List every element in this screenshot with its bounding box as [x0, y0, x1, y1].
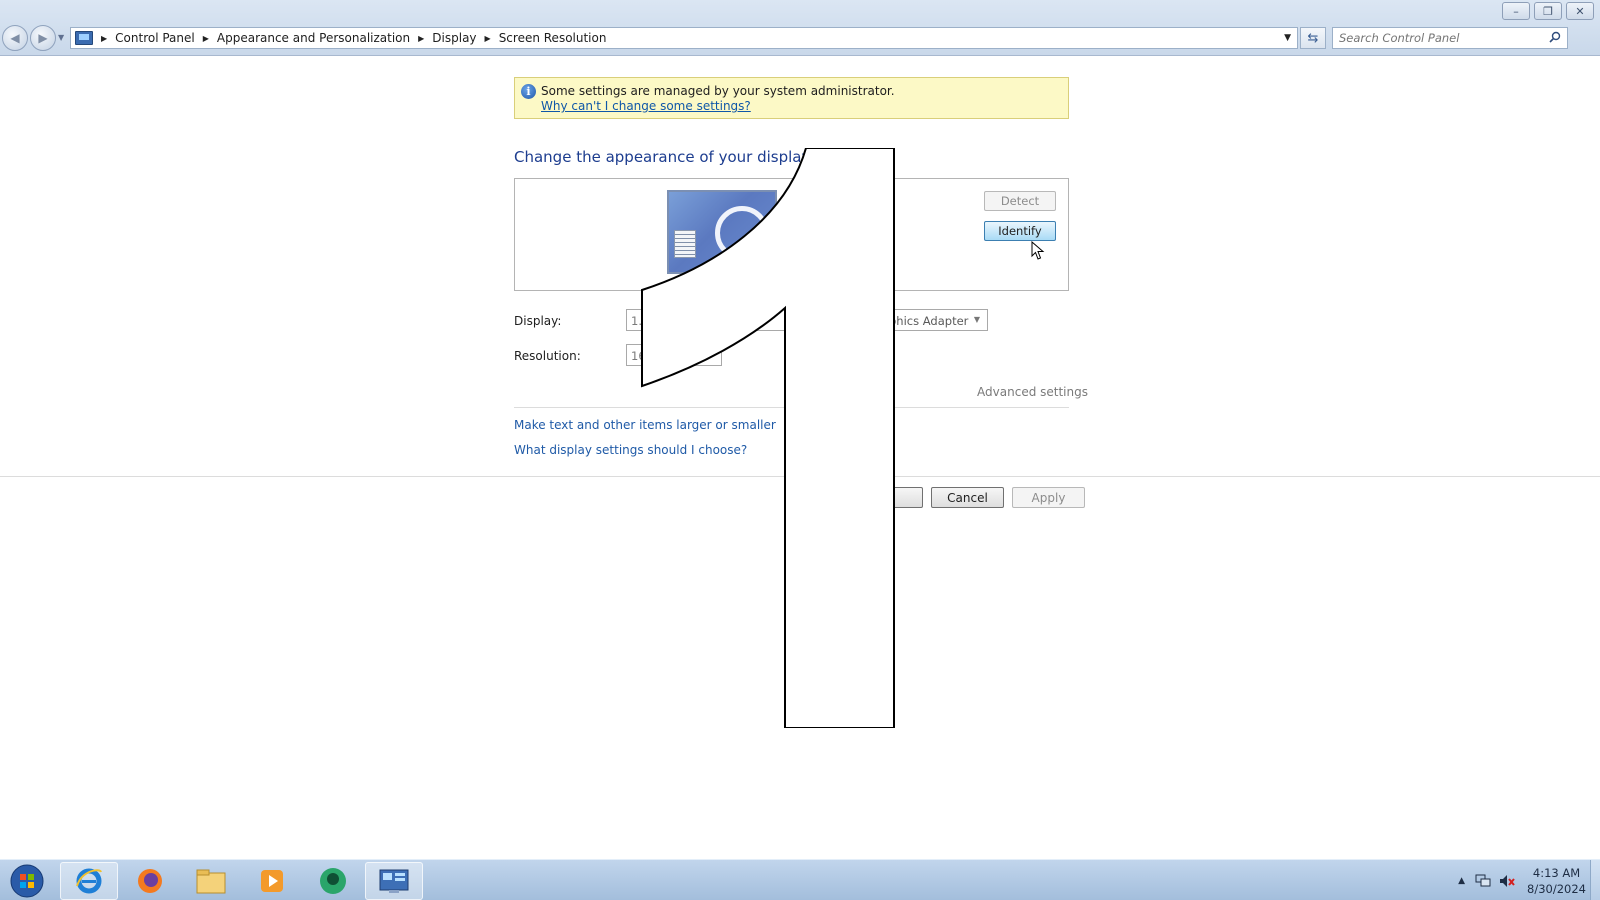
control-panel-icon	[75, 31, 93, 45]
system-clock[interactable]: 4:13 AM 8/30/2024	[1527, 865, 1586, 897]
admin-info-bar: i Some settings are managed by your syst…	[514, 77, 1069, 119]
info-bar-text: Some settings are managed by your system…	[541, 84, 895, 98]
firefox-icon	[138, 869, 162, 893]
show-desktop-button[interactable]	[1590, 860, 1600, 900]
apply-button[interactable]: Apply	[1012, 487, 1085, 508]
navigation-buttons: ◀ ▶	[2, 25, 56, 51]
clock-time: 4:13 AM	[1532, 865, 1581, 880]
info-icon: i	[521, 84, 536, 99]
forward-button[interactable]: ▶	[30, 25, 56, 51]
divider	[514, 407, 1069, 408]
monitor-wallpaper-swirl	[715, 206, 769, 260]
browser-app-icon	[320, 868, 346, 894]
display-select-value-start: 1.	[631, 314, 642, 328]
chevron-down-icon[interactable]: ▼	[969, 312, 985, 328]
window-chrome: – ❐ ✕ ◀ ▶ ▼ ▶ Control Panel ▶ Appearance…	[0, 0, 1600, 56]
mouse-cursor-icon	[1031, 241, 1045, 260]
network-icon[interactable]	[1475, 874, 1491, 888]
folder-icon	[196, 869, 226, 894]
refresh-button[interactable]: ⇆	[1300, 27, 1326, 49]
display-settings-help-link[interactable]: What display settings should I choose?	[514, 443, 747, 457]
breadcrumb-separator-icon[interactable]: ▶	[418, 34, 424, 43]
taskbar: ▲ 4:13 AM 8/30/2024	[0, 859, 1600, 900]
taskbar-media-player[interactable]	[243, 862, 301, 900]
text-size-link[interactable]: Make text and other items larger or smal…	[514, 418, 776, 432]
resolution-select-value-start: 16	[631, 349, 646, 363]
monitor-icon[interactable]	[667, 190, 777, 274]
search-box[interactable]	[1332, 27, 1568, 49]
advanced-settings-link[interactable]: Advanced settings	[0, 385, 1088, 399]
recent-pages-dropdown-icon[interactable]: ▼	[58, 33, 64, 42]
display-select[interactable]: 1. phics Adapter ▼	[626, 309, 988, 331]
monitor-arrangement-panel: Detect Identify	[514, 178, 1069, 291]
page-title: Change the appearance of your display	[514, 148, 811, 166]
search-input[interactable]	[1339, 28, 1539, 48]
window-controls: – ❐ ✕	[1502, 2, 1594, 20]
minimize-button[interactable]: –	[1502, 2, 1530, 20]
windows-logo-icon	[10, 864, 44, 898]
show-hidden-icons-icon[interactable]: ▲	[1458, 876, 1465, 886]
breadcrumb-screen-resolution[interactable]: Screen Resolution	[499, 31, 607, 45]
close-button[interactable]: ✕	[1566, 2, 1594, 20]
address-dropdown-icon[interactable]: ▼	[1284, 33, 1291, 43]
media-player-icon	[261, 870, 283, 892]
document-icon	[674, 230, 696, 258]
clock-date: 8/30/2024	[1527, 881, 1586, 896]
taskbar-internet-explorer[interactable]	[60, 862, 118, 900]
internet-explorer-icon	[76, 868, 102, 894]
why-cant-change-link[interactable]: Why can't I change some settings?	[541, 99, 751, 113]
taskbar-firefox[interactable]	[121, 862, 179, 900]
restore-button[interactable]: ❐	[1534, 2, 1562, 20]
display-select-value-end: phics Adapter	[889, 314, 969, 328]
search-icon[interactable]	[1549, 31, 1561, 43]
breadcrumb-separator-icon[interactable]: ▶	[101, 34, 107, 43]
breadcrumb-control-panel[interactable]: Control Panel	[115, 31, 195, 45]
taskbar-browser-app[interactable]	[304, 862, 362, 900]
resolution-label: Resolution:	[514, 349, 581, 363]
refresh-icon: ⇆	[1307, 30, 1319, 46]
taskbar-control-panel[interactable]	[365, 862, 423, 900]
start-button[interactable]	[4, 862, 50, 900]
breadcrumb-separator-icon[interactable]: ▶	[485, 34, 491, 43]
cancel-button[interactable]: Cancel	[931, 487, 1004, 508]
breadcrumb-separator-icon[interactable]: ▶	[203, 34, 209, 43]
footer-divider	[0, 476, 1600, 477]
breadcrumb-appearance-personalization[interactable]: Appearance and Personalization	[217, 31, 410, 45]
detect-button[interactable]: Detect	[984, 191, 1056, 211]
breadcrumb-display[interactable]: Display	[432, 31, 476, 45]
volume-muted-icon[interactable]	[1499, 874, 1515, 888]
identify-button[interactable]: Identify	[984, 221, 1056, 241]
resolution-select[interactable]: 16	[626, 344, 722, 366]
taskbar-file-explorer[interactable]	[182, 862, 240, 900]
system-tray: ▲ 4:13 AM 8/30/2024	[1458, 860, 1586, 900]
back-button[interactable]: ◀	[2, 25, 28, 51]
control-panel-icon	[379, 869, 409, 893]
address-bar[interactable]: ▶ Control Panel ▶ Appearance and Persona…	[70, 27, 1298, 49]
display-label: Display:	[514, 314, 562, 328]
ok-button[interactable]: K	[850, 487, 923, 508]
